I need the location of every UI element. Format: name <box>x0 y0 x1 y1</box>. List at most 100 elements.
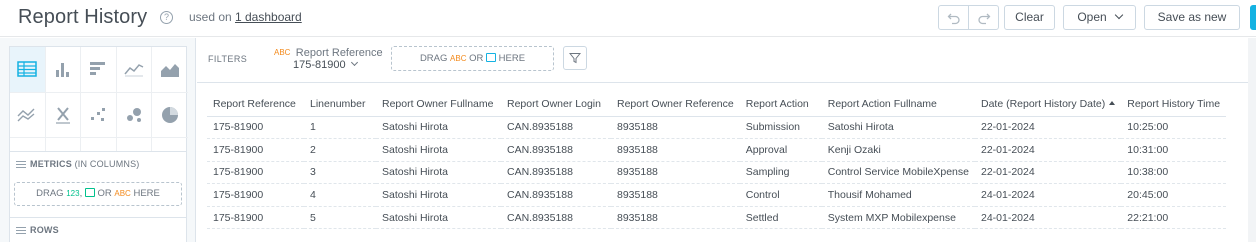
table-cell: Satoshi Hirota <box>376 161 501 185</box>
metrics-subtitle: (IN COLUMNS) <box>74 159 140 169</box>
table-cell: 24-01-2024 <box>974 183 1122 207</box>
clear-button[interactable]: Clear <box>1004 5 1055 30</box>
list-icon <box>16 225 26 236</box>
table-cell: Thousif Mohamed <box>821 183 975 207</box>
metrics-drop-suffix: HERE <box>133 188 160 199</box>
column-header[interactable]: Linenumber <box>304 92 376 117</box>
viz-pie[interactable] <box>152 93 188 139</box>
table-row: 175-81900 5 Satoshi Hirota CAN.8935188 8… <box>207 206 1227 230</box>
table-cell: Settled <box>739 206 822 230</box>
top-header: Report History ? used on 1 dashboard Cle… <box>0 0 1256 37</box>
filters-bar: FILTERS ABC Report Reference 175-81900 D… <box>197 38 1256 83</box>
report-history-table: Report Reference Linenumber Report Owner… <box>207 92 1227 230</box>
filter-report-reference[interactable]: ABC Report Reference 175-81900 <box>274 45 383 71</box>
dashboard-usage-link[interactable]: 1 dashboard <box>235 10 302 24</box>
chevron-down-icon <box>350 58 358 67</box>
combo-chart-icon <box>17 108 35 122</box>
sort-ascending-icon <box>1109 100 1116 105</box>
table-cell: Satoshi Hirota <box>376 206 501 230</box>
redo-button[interactable] <box>968 5 999 30</box>
viz-combo[interactable] <box>10 92 46 139</box>
viz-bubble[interactable] <box>116 92 153 139</box>
table-cell: 5 <box>304 206 376 230</box>
table-cell: 10:38:00 <box>1121 161 1227 185</box>
table-cell: 24-01-2024 <box>974 206 1122 230</box>
table-cell: Submission <box>739 116 822 140</box>
table-cell: 8935188 <box>611 183 740 207</box>
scatter-icon <box>91 107 106 121</box>
pie-icon <box>162 106 179 123</box>
attribute-abc-icon: ABC <box>450 54 467 63</box>
metrics-header: METRICS (IN COLUMNS) <box>16 159 140 170</box>
page-title: Report History <box>18 6 148 28</box>
viz-table[interactable] <box>10 47 46 93</box>
open-button[interactable]: Open <box>1063 5 1136 30</box>
table-cell: Satoshi Hirota <box>821 116 975 140</box>
table-cell: System MXP Mobilexpense <box>821 206 975 230</box>
filter-name: Report Reference <box>295 47 383 59</box>
table-row: 175-81900 4 Satoshi Hirota CAN.8935188 8… <box>207 183 1227 207</box>
line-chart-icon <box>124 64 144 77</box>
viz-bar[interactable] <box>81 47 117 93</box>
table-row: 175-81900 3 Satoshi Hirota CAN.8935188 8… <box>207 161 1227 185</box>
table-cell: CAN.8935188 <box>501 183 611 207</box>
column-header[interactable]: Report Owner Fullname <box>376 92 501 117</box>
table-cell: CAN.8935188 <box>501 116 611 140</box>
table-cell: 2 <box>304 138 376 162</box>
column-header[interactable]: Report Action <box>739 92 822 117</box>
left-panel: METRICS (IN COLUMNS) DRAG 123, OR ABC HE… <box>0 38 196 242</box>
undo-button[interactable] <box>938 5 969 30</box>
column-header[interactable]: Report Action Fullname <box>821 92 975 117</box>
filter-by-value-button[interactable] <box>563 46 587 70</box>
column-header-sorted[interactable]: Date (Report History Date) <box>974 92 1122 117</box>
rows-header: ROWS <box>16 225 59 236</box>
table-cell: 175-81900 <box>207 161 304 185</box>
filters-label: FILTERS <box>208 54 248 64</box>
table-cell: 22-01-2024 <box>974 161 1122 185</box>
column-header[interactable]: Report Owner Reference <box>611 92 740 117</box>
filter-drop-or: OR <box>469 53 484 64</box>
horizontal-bar-icon <box>90 62 106 76</box>
table-cell: 8935188 <box>611 206 740 230</box>
viz-area[interactable] <box>152 47 188 93</box>
undo-icon <box>947 13 960 25</box>
table-cell: 8935188 <box>611 138 740 162</box>
filter-value-text: 175-81900 <box>293 59 346 71</box>
rows-section: ROWS <box>9 217 187 242</box>
column-header[interactable]: Report Owner Login <box>501 92 611 117</box>
used-on-text: used on <box>189 10 232 24</box>
date-icon <box>486 52 497 62</box>
filter-dropzone[interactable]: DRAG ABC OR HERE <box>391 46 554 71</box>
metrics-drop-or: OR <box>97 188 112 199</box>
table-cell: 10:25:00 <box>1121 116 1227 140</box>
list-icon <box>16 159 26 170</box>
viz-scatter[interactable] <box>81 92 117 139</box>
column-header[interactable]: Report History Time <box>1121 92 1227 117</box>
table-cell: 20:45:00 <box>1121 183 1227 207</box>
viz-pivot[interactable] <box>45 92 82 139</box>
attribute-abc-icon: ABC <box>274 48 291 57</box>
viz-line[interactable] <box>116 47 153 93</box>
metric-number-icon: 123 <box>66 189 80 198</box>
metrics-dropzone[interactable]: DRAG 123, OR ABC HERE <box>14 182 182 206</box>
table-cell: 175-81900 <box>207 116 304 140</box>
filter-value: 175-81900 <box>293 58 358 71</box>
save-as-new-button[interactable]: Save as new <box>1144 5 1240 30</box>
column-header[interactable]: Report Reference <box>207 92 304 117</box>
table-icon <box>17 61 38 78</box>
table-cell: 4 <box>304 183 376 207</box>
table-cell: Satoshi Hirota <box>376 138 501 162</box>
viz-column[interactable] <box>45 47 82 93</box>
chevron-down-icon <box>1114 10 1123 20</box>
redo-icon <box>977 13 990 25</box>
attribute-abc-icon: ABC <box>114 189 131 198</box>
save-button[interactable] <box>1250 5 1256 30</box>
calculated-metric-icon <box>84 187 95 197</box>
table-cell: 8935188 <box>611 116 740 140</box>
help-icon[interactable]: ? <box>160 11 173 24</box>
table-cell: Control Service MobileXpense <box>821 161 975 185</box>
table-cell: 175-81900 <box>207 206 304 230</box>
table-cell: CAN.8935188 <box>501 138 611 162</box>
vertical-scrollbar[interactable] <box>1248 38 1256 242</box>
table-cell: CAN.8935188 <box>501 206 611 230</box>
